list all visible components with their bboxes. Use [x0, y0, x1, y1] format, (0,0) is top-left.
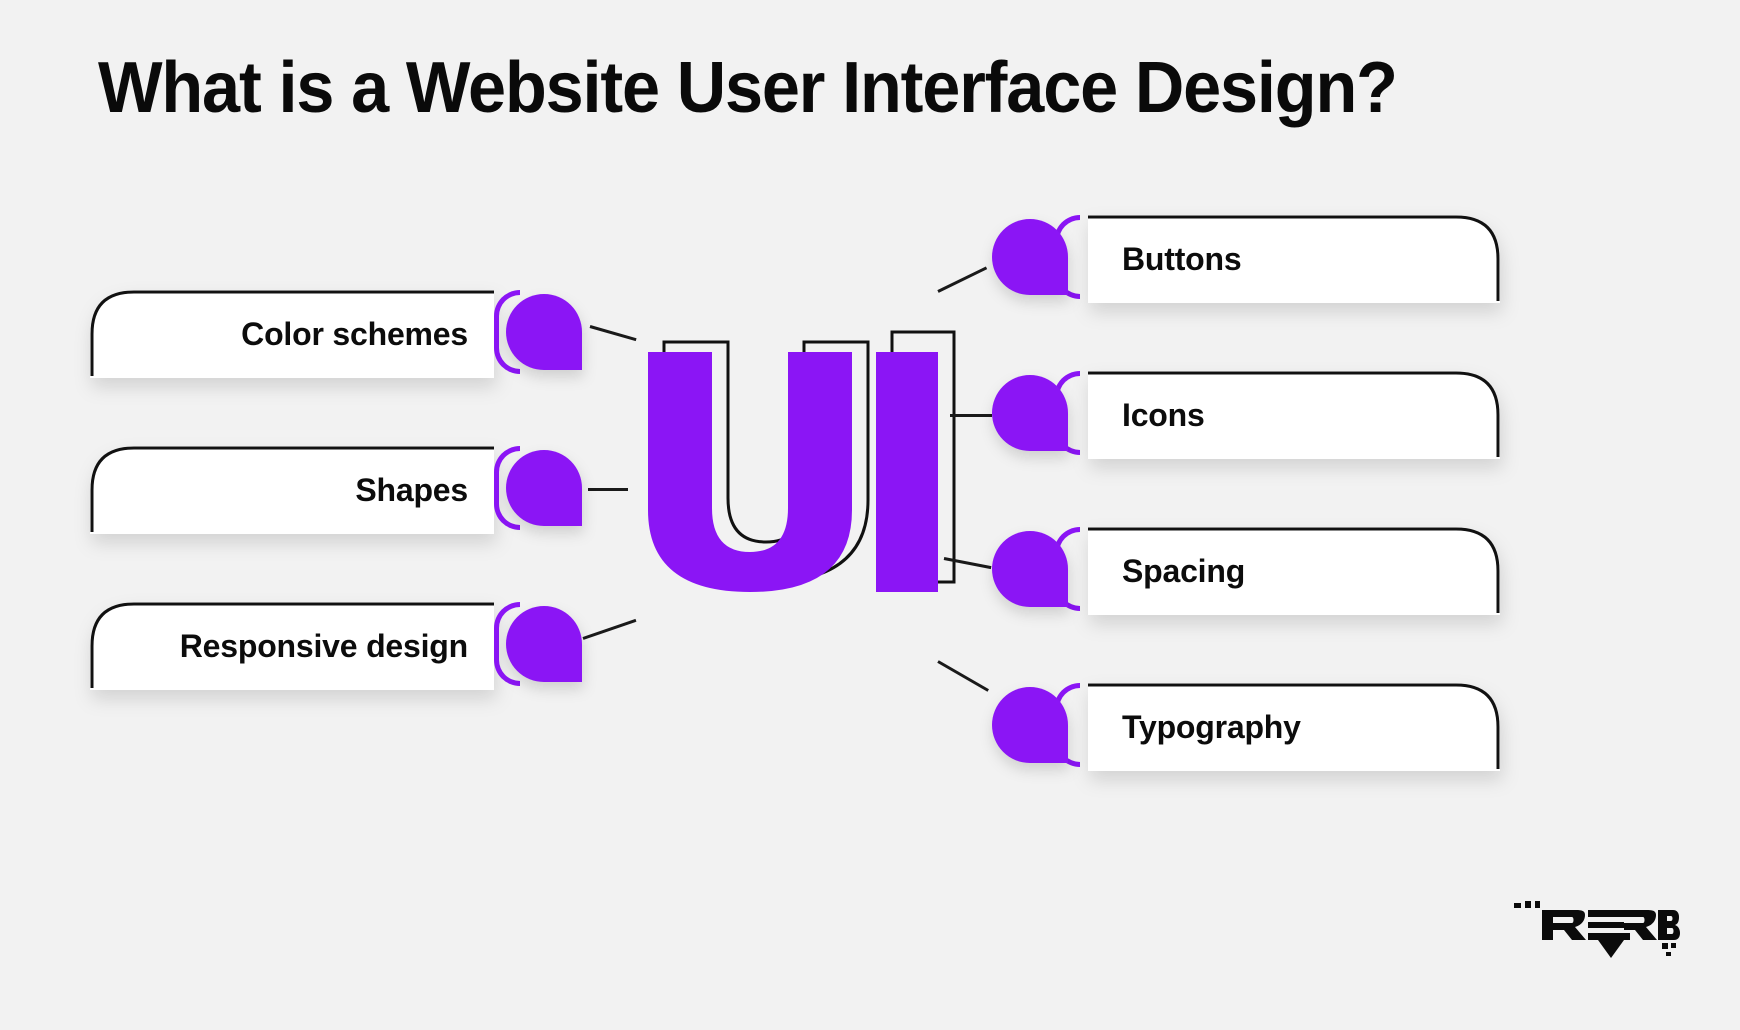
- bubble-marker-spacing: [992, 525, 1088, 617]
- card-buttons[interactable]: Buttons: [1088, 215, 1500, 303]
- reverb-logo-glyph: [1514, 901, 1680, 958]
- card-spacing[interactable]: Spacing: [1088, 527, 1500, 615]
- bubble-marker-icon: [506, 450, 582, 526]
- right-item-typography[interactable]: Typography: [992, 681, 1500, 773]
- right-item-buttons[interactable]: Buttons: [992, 213, 1500, 305]
- left-item-color-schemes[interactable]: Color schemes: [90, 288, 590, 380]
- card-label: Spacing: [1122, 552, 1246, 589]
- connector-shapes: [588, 488, 628, 491]
- card-responsive-design[interactable]: Responsive design: [90, 602, 494, 690]
- connector-typography: [937, 660, 989, 692]
- card-color-schemes[interactable]: Color schemes: [90, 290, 494, 378]
- infographic-canvas: What is a Website User Interface Design?…: [0, 0, 1740, 1030]
- ui-u-fill: [648, 352, 852, 592]
- bubble-marker-icons: [992, 369, 1088, 461]
- right-item-spacing[interactable]: Spacing: [992, 525, 1500, 617]
- card-label: Typography: [1122, 708, 1301, 745]
- bubble-marker-icon: [506, 294, 582, 370]
- card-icons[interactable]: Icons: [1088, 371, 1500, 459]
- bubble-marker-typography: [992, 681, 1088, 773]
- card-label: Icons: [1122, 396, 1205, 433]
- connector-responsive-design: [582, 618, 637, 640]
- bubble-marker-shapes: [494, 444, 590, 536]
- page-title: What is a Website User Interface Design?: [98, 48, 1398, 128]
- ui-i-fill: [876, 352, 938, 592]
- connector-icons: [950, 414, 992, 417]
- card-shapes[interactable]: Shapes: [90, 446, 494, 534]
- bubble-marker-responsive-design: [494, 600, 590, 692]
- bubble-marker-icon: [992, 219, 1068, 295]
- bubble-marker-icon: [992, 375, 1068, 451]
- connector-buttons: [937, 266, 988, 293]
- card-typography[interactable]: Typography: [1088, 683, 1500, 771]
- card-label: Buttons: [1122, 240, 1242, 277]
- bubble-marker-icon: [992, 687, 1068, 763]
- card-label: Color schemes: [241, 315, 468, 352]
- bubble-marker-color-schemes: [494, 288, 590, 380]
- bubble-marker-icon: [992, 531, 1068, 607]
- bubble-marker-icon: [506, 606, 582, 682]
- card-label: Shapes: [355, 471, 468, 508]
- left-item-responsive-design[interactable]: Responsive design: [90, 600, 590, 692]
- card-label: Responsive design: [179, 627, 468, 664]
- right-item-icons[interactable]: Icons: [992, 369, 1500, 461]
- left-item-shapes[interactable]: Shapes: [90, 444, 590, 536]
- reverb-logo: [1512, 892, 1680, 958]
- center-ui-mark: [620, 330, 960, 620]
- bubble-marker-buttons: [992, 213, 1088, 305]
